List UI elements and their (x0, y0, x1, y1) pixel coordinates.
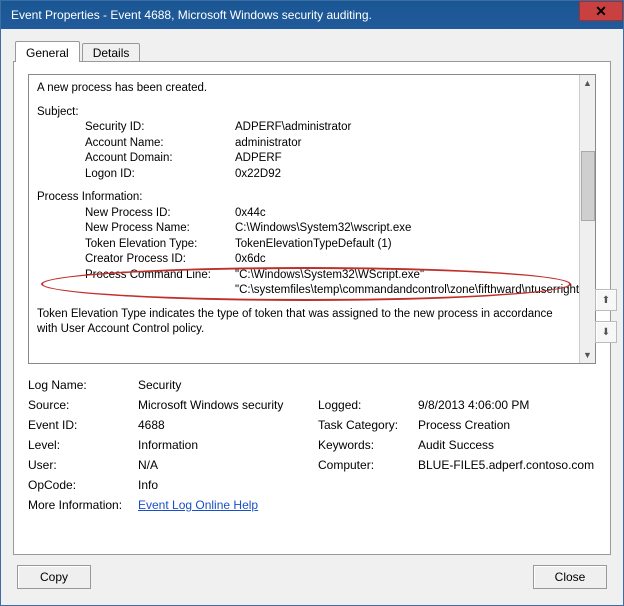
description-scrollbar[interactable]: ▲ ▼ (579, 75, 595, 363)
close-button[interactable]: Close (533, 565, 607, 589)
level-value: Information (138, 438, 318, 452)
logged-label: Logged: (318, 398, 418, 412)
account-name-value: administrator (235, 136, 301, 152)
new-pname-value: C:\Windows\System32\wscript.exe (235, 221, 411, 237)
event-metadata-grid: Log Name: Security Source: Microsoft Win… (28, 378, 596, 512)
user-label: User: (28, 458, 138, 472)
logon-id-label: Logon ID: (85, 167, 235, 183)
cmdline-value: "C:\Windows\System32\WScript.exe" "C:\sy… (235, 268, 573, 299)
security-id-value: ADPERF\administrator (235, 120, 351, 136)
dialog-button-row: Copy Close (13, 555, 611, 593)
logon-id-value: 0x22D92 (235, 167, 281, 183)
new-pname-label: New Process Name: (85, 221, 235, 237)
event-id-value: 4688 (138, 418, 318, 432)
opcode-value: Info (138, 478, 596, 492)
new-pid-label: New Process ID: (85, 206, 235, 222)
task-category-value: Process Creation (418, 418, 596, 432)
subject-section-label: Subject: (37, 105, 573, 121)
close-icon[interactable]: ✕ (579, 1, 623, 21)
account-domain-value: ADPERF (235, 151, 282, 167)
event-id-label: Event ID: (28, 418, 138, 432)
cmdline-label: Process Command Line: (85, 268, 235, 299)
tab-strip: General Details (15, 39, 611, 61)
previous-record-button[interactable]: ⬆ (595, 289, 617, 311)
process-info-section-label: Process Information: (37, 190, 573, 206)
creator-pid-label: Creator Process ID: (85, 252, 235, 268)
level-label: Level: (28, 438, 138, 452)
computer-value: BLUE-FILE5.adperf.contoso.com (418, 458, 596, 472)
computer-label: Computer: (318, 458, 418, 472)
copy-button[interactable]: Copy (17, 565, 91, 589)
token-elevation-value: TokenElevationTypeDefault (1) (235, 237, 392, 253)
log-name-label: Log Name: (28, 378, 138, 392)
task-category-label: Task Category: (318, 418, 418, 432)
source-label: Source: (28, 398, 138, 412)
tab-panel-general: A new process has been created. Subject:… (13, 61, 611, 555)
scroll-thumb[interactable] (581, 151, 595, 221)
account-domain-label: Account Domain: (85, 151, 235, 167)
event-properties-window: Event Properties - Event 4688, Microsoft… (0, 0, 624, 606)
token-elevation-explain: Token Elevation Type indicates the type … (37, 307, 573, 338)
account-name-label: Account Name: (85, 136, 235, 152)
keywords-value: Audit Success (418, 438, 596, 452)
more-info-link[interactable]: Event Log Online Help (138, 498, 596, 512)
tab-details[interactable]: Details (82, 43, 141, 62)
user-value: N/A (138, 458, 318, 472)
log-name-value: Security (138, 378, 596, 392)
scroll-up-icon[interactable]: ▲ (580, 75, 596, 91)
next-record-button[interactable]: ⬇ (595, 321, 617, 343)
opcode-label: OpCode: (28, 478, 138, 492)
description-heading: A new process has been created. (37, 81, 573, 97)
record-nav-buttons: ⬆ ⬇ (595, 289, 617, 343)
source-value: Microsoft Windows security (138, 398, 318, 412)
titlebar: Event Properties - Event 4688, Microsoft… (1, 1, 623, 29)
tab-general[interactable]: General (15, 41, 80, 62)
keywords-label: Keywords: (318, 438, 418, 452)
window-title: Event Properties - Event 4688, Microsoft… (11, 8, 372, 22)
scroll-down-icon[interactable]: ▼ (580, 347, 596, 363)
window-body: General Details A new process has been c… (1, 29, 623, 605)
security-id-label: Security ID: (85, 120, 235, 136)
token-elevation-label: Token Elevation Type: (85, 237, 235, 253)
creator-pid-value: 0x6dc (235, 252, 266, 268)
new-pid-value: 0x44c (235, 206, 266, 222)
more-info-label: More Information: (28, 498, 138, 512)
logged-value: 9/8/2013 4:06:00 PM (418, 398, 596, 412)
event-description-box: A new process has been created. Subject:… (28, 74, 596, 364)
